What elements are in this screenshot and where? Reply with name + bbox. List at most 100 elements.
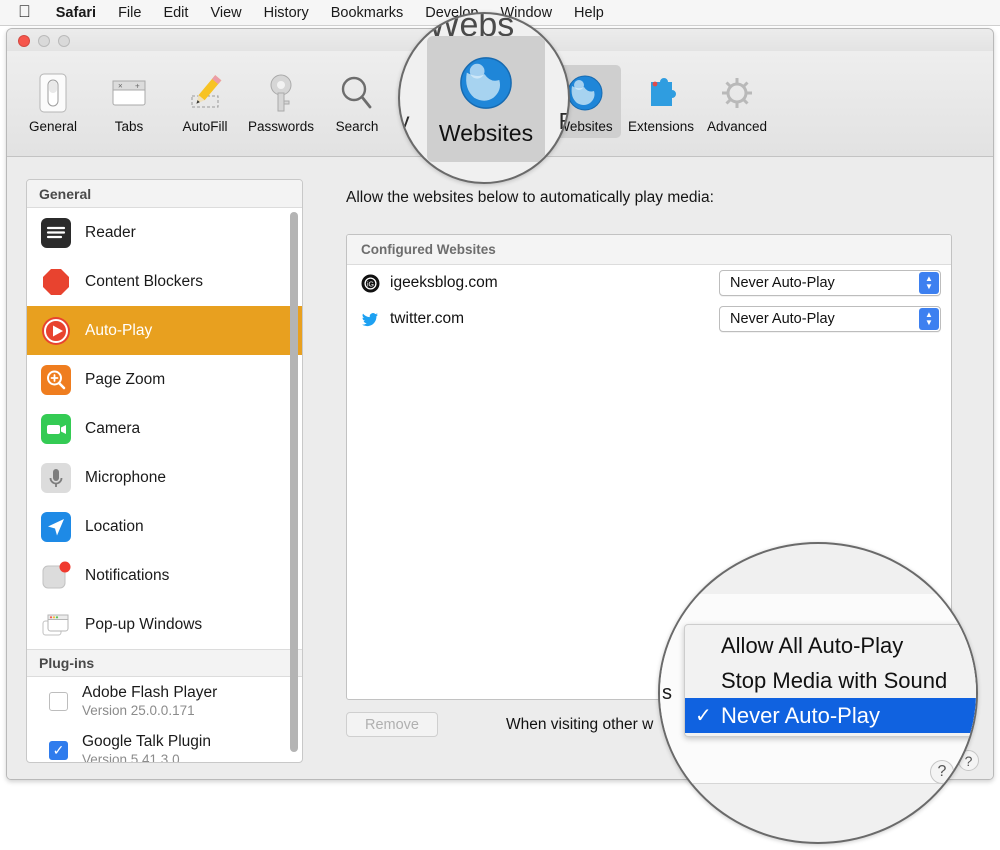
sidebar-label-content-blockers: Content Blockers [85,273,203,291]
table-column-header: Configured Websites [347,235,951,265]
plugin-row-google-talk-plugin[interactable]: ✓ Google Talk Plugin Version 5.41.3.0 [27,726,302,763]
toolbar-item-general[interactable]: General [17,65,89,138]
sidebar-label-camera: Camera [85,420,140,438]
sidebar-item-camera[interactable]: Camera [27,404,302,453]
screenshot-root:  Safari File Edit View History Bookmark… [0,0,1000,850]
close-button[interactable] [18,35,30,47]
sidebar-label-notifications: Notifications [85,567,169,585]
website-cell-twitter: twitter.com [361,310,719,329]
chevron-down-icon: ▼ [925,283,933,291]
toolbar-item-autofill[interactable]: AutoFill [169,65,241,138]
sidebar-scrollbar[interactable] [290,212,298,752]
plugin-text-google-talk-plugin: Google Talk Plugin Version 5.41.3.0 [82,733,211,763]
zoom-in-icon [41,365,71,395]
svg-text:+: + [135,82,140,91]
callout-websites-label: Websites [439,120,533,147]
toolbar-label-search: Search [336,119,379,134]
sidebar-item-microphone[interactable]: Microphone [27,453,302,502]
callout-websites-tile[interactable]: Websites [427,36,545,162]
notification-badge-icon [41,561,71,591]
toolbar-label-advanced: Advanced [707,119,767,134]
microphone-icon [41,463,71,493]
plugin-name-adobe-flash-player: Adobe Flash Player [82,684,217,702]
chevron-updown-icon: ▲ ▼ [919,308,939,330]
gear-icon [716,70,758,116]
callout-help-button[interactable]: ? [930,760,954,784]
website-name: igeeksblog.com [390,274,498,292]
zoom-button[interactable] [58,35,70,47]
camera-icon [41,414,71,444]
plugin-name-google-talk-plugin: Google Talk Plugin [82,733,211,751]
popup-windows-icon [41,610,71,640]
toolbar-label-autofill: AutoFill [182,119,227,134]
sidebar-section-plugins: Plug-ins [27,649,302,677]
callout-magnifier-websites-toolbar: Webs y Websites E [398,12,570,184]
plugin-checkbox-adobe-flash-player[interactable] [49,692,68,711]
apple-logo-icon[interactable]:  [18,3,31,20]
table-row[interactable]: iG igeeksblog.com Never Auto-Play ▲ ▼ [347,265,951,301]
menu-item-help[interactable]: Help [563,5,615,21]
puzzle-piece-icon [641,70,681,116]
light-switch-icon [36,70,70,116]
auto-play-select-value: Never Auto-Play [720,275,835,291]
plugin-checkbox-google-talk-plugin[interactable]: ✓ [49,741,68,760]
menu-item-history[interactable]: History [253,5,320,21]
toolbar-item-advanced[interactable]: Advanced [701,65,773,138]
callout-cut-text: s [662,682,672,705]
sidebar-item-popup-windows[interactable]: Pop-up Windows [27,600,302,649]
dropdown-option-label: Stop Media with Sound [721,668,947,694]
panel-title: Allow the websites below to automaticall… [346,189,974,207]
websites-sidebar: General Reader [26,179,303,763]
toolbar-label-passwords: Passwords [248,119,314,134]
menu-item-bookmarks[interactable]: Bookmarks [320,5,415,21]
dropdown-option-label: Allow All Auto-Play [721,633,903,659]
sidebar-label-reader: Reader [85,224,136,242]
auto-play-select-twitter[interactable]: Never Auto-Play ▲ ▼ [719,306,941,332]
svg-text:×: × [118,82,123,91]
sidebar-section-general: General [27,180,302,208]
plugin-version-adobe-flash-player: Version 25.0.0.171 [82,703,217,719]
sidebar-item-notifications[interactable]: Notifications [27,551,302,600]
menu-item-view[interactable]: View [199,5,252,21]
dropdown-option-stop-media-with-sound[interactable]: Stop Media with Sound [685,663,978,698]
toolbar-item-tabs[interactable]: × + Tabs [93,65,165,138]
dropdown-option-never-auto-play[interactable]: ✓ Never Auto-Play [685,698,978,733]
toolbar-label-extensions: Extensions [628,119,694,134]
sidebar-item-reader[interactable]: Reader [27,208,302,257]
plugin-row-adobe-flash-player[interactable]: Adobe Flash Player Version 25.0.0.171 [27,677,302,726]
location-arrow-icon [41,512,71,542]
sidebar-item-location[interactable]: Location [27,502,302,551]
reader-icon [41,218,71,248]
auto-play-select-value: Never Auto-Play [720,311,835,327]
toolbar-label-tabs: Tabs [115,119,144,134]
sidebar-label-popup-windows: Pop-up Windows [85,616,202,634]
toolbar-item-search[interactable]: Search [321,65,393,138]
auto-play-select-igeeksblog[interactable]: Never Auto-Play ▲ ▼ [719,270,941,296]
toolbar-item-extensions[interactable]: Extensions [625,65,697,138]
plugin-version-google-talk-plugin: Version 5.41.3.0 [82,752,211,763]
chevron-updown-icon: ▲ ▼ [919,272,939,294]
menu-item-edit[interactable]: Edit [152,5,199,21]
menu-item-file[interactable]: File [107,5,152,21]
website-name: twitter.com [390,310,464,328]
sidebar-label-location: Location [85,518,144,536]
globe-icon [564,70,606,116]
remove-button[interactable]: Remove [346,712,438,737]
menu-item-safari[interactable]: Safari [45,5,107,21]
key-icon [264,70,298,116]
sidebar-item-page-zoom[interactable]: Page Zoom [27,355,302,404]
pencil-icon [184,70,226,116]
sidebar-label-auto-play: Auto-Play [85,322,152,340]
table-row[interactable]: twitter.com Never Auto-Play ▲ ▼ [347,301,951,337]
other-websites-label: When visiting other w [506,716,653,734]
minimize-button[interactable] [38,35,50,47]
traffic-lights [18,35,70,47]
auto-play-dropdown-menu: Allow All Auto-Play Stop Media with Soun… [684,624,978,737]
sidebar-item-auto-play[interactable]: Auto-Play [27,306,302,355]
stop-sign-icon [41,267,71,297]
sidebar-item-content-blockers[interactable]: Content Blockers [27,257,302,306]
toolbar-item-passwords[interactable]: Passwords [245,65,317,138]
callout-ghost-privacy: y [398,108,410,135]
magnifier-icon [337,70,377,116]
dropdown-option-allow-all-auto-play[interactable]: Allow All Auto-Play [685,628,978,663]
